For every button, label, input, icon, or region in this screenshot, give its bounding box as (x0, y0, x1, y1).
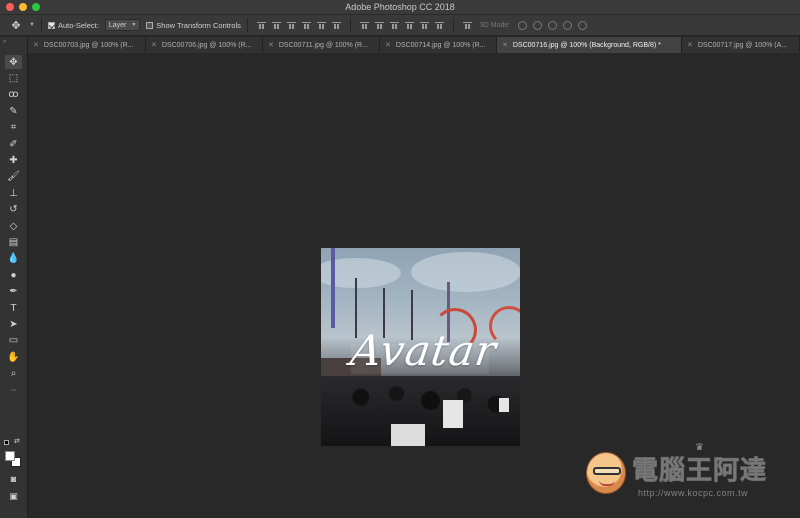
chevron-down-icon: ▼ (131, 22, 137, 28)
quick-mask-icon[interactable]: ◙ (5, 472, 22, 486)
close-tab-icon[interactable]: ✕ (151, 41, 157, 49)
auto-select-dropdown[interactable]: Layer ▼ (104, 19, 141, 31)
close-tab-icon[interactable]: ✕ (385, 41, 391, 49)
show-transform-label: Show Transform Controls (156, 20, 241, 30)
site-watermark: ♛ 電腦王阿達 http://www.kocpc.com.tw (580, 440, 795, 510)
tab-label: DSC00717.jpg @ 100% (A... (697, 41, 788, 49)
divider (40, 18, 42, 32)
avatar-text-layer[interactable]: Avatar (348, 326, 500, 375)
watermark-title: 電腦王阿達 (631, 456, 768, 487)
document-tab[interactable]: ✕ DSC00703.jpg @ 100% (R... (28, 37, 146, 53)
align-right-icon[interactable] (331, 21, 341, 30)
person (391, 424, 425, 446)
quick-select-tool-icon[interactable]: ✎ (5, 104, 22, 118)
eyedropper-tool-icon[interactable]: ✐ (5, 137, 22, 151)
healing-brush-tool-icon[interactable]: ✚ (5, 153, 22, 167)
mascot-icon (586, 452, 626, 494)
close-tab-icon[interactable]: ✕ (268, 41, 274, 49)
cloud (411, 252, 520, 292)
more-tools-icon[interactable]: ··· (5, 383, 22, 397)
type-tool-icon[interactable]: T (5, 301, 22, 315)
mode-3d-label: 3D Mode: (479, 21, 511, 29)
crop-tool-icon[interactable]: ⌗ (5, 121, 22, 135)
options-bar: ✥ ▼ Auto-Select: Layer ▼ Show Transform … (0, 15, 800, 36)
auto-select-label: Auto-Select: (57, 20, 99, 30)
path-select-tool-icon[interactable]: ➤ (5, 317, 22, 331)
lasso-tool-icon[interactable]: ꝏ (5, 88, 22, 102)
watermark-url: http://www.kocpc.com.tw (638, 488, 749, 498)
default-colors-icon[interactable] (4, 440, 9, 445)
pen-tool-icon[interactable]: ✒ (5, 285, 22, 299)
divider (246, 18, 248, 32)
hand-tool-icon[interactable]: ✋ (5, 350, 22, 364)
distribute-horizontal-center-icon[interactable] (419, 21, 429, 30)
align-top-icon[interactable] (256, 21, 266, 30)
divider (452, 18, 454, 32)
align-horizontal-center-icon[interactable] (316, 21, 326, 30)
auto-select-value: Layer (108, 21, 127, 29)
swap-colors-icon[interactable]: ⇄ (14, 437, 20, 445)
dodge-tool-icon[interactable]: ● (5, 268, 22, 282)
tab-label: DSC00714.jpg @ 100% (R... (395, 41, 486, 49)
align-bottom-icon[interactable] (286, 21, 296, 30)
glasses-icon (593, 467, 621, 475)
tab-label: DSC00703.jpg @ 100% (R... (43, 41, 134, 49)
move-tool-preset-icon[interactable]: ✥ (4, 19, 28, 32)
align-vertical-center-icon[interactable] (271, 21, 281, 30)
roll-3d-icon[interactable] (533, 20, 543, 30)
distribute-top-icon[interactable] (359, 21, 369, 30)
title-bar: Adobe Photoshop CC 2018 (0, 0, 800, 15)
tab-label: DSC00711.jpg @ 100% (R... (278, 41, 368, 49)
zoom-tool-icon[interactable]: ⌕ (5, 367, 22, 381)
auto-select-checkbox[interactable] (47, 21, 55, 29)
gradient-tool-icon[interactable]: ▤ (5, 235, 22, 249)
blur-tool-icon[interactable]: 💧 (5, 252, 22, 266)
orbit-3d-icon[interactable] (518, 20, 528, 30)
app-title: Adobe Photoshop CC 2018 (345, 2, 455, 12)
document-canvas[interactable]: Avatar (321, 248, 520, 446)
document-tab-bar: ✕ DSC00703.jpg @ 100% (R... ✕ DSC00706.jpg … (28, 37, 800, 53)
close-tab-icon[interactable]: ✕ (33, 41, 39, 49)
brush-tool-icon[interactable]: 🖌 (5, 170, 22, 184)
document-tab[interactable]: ✕ DSC00706.jpg @ 100% (R... (146, 37, 263, 53)
distribute-vertical-center-icon[interactable] (374, 21, 384, 30)
show-transform-checkbox[interactable] (146, 21, 154, 29)
document-tab[interactable]: ✕ DSC00714.jpg @ 100% (R... (380, 37, 497, 53)
eraser-tool-icon[interactable]: ◇ (5, 219, 22, 233)
marquee-tool-icon[interactable]: ⬚ (5, 71, 22, 85)
rectangle-tool-icon[interactable]: ▭ (5, 334, 22, 348)
history-brush-tool-icon[interactable]: ↺ (5, 203, 22, 217)
distribute-right-icon[interactable] (434, 21, 444, 30)
tab-label: DSC00716.jpg @ 100% (Background, RGB/8) … (512, 41, 661, 49)
tab-label: DSC00706.jpg @ 100% (R... (161, 41, 252, 49)
clone-stamp-tool-icon[interactable]: ⊥ (5, 186, 22, 200)
divider (349, 18, 351, 32)
foreground-color-swatch[interactable] (5, 451, 15, 461)
banner-pole (331, 248, 335, 328)
auto-align-icon[interactable] (462, 21, 472, 30)
tools-panel: » ⇄ ✥ ⬚ ꝏ ✎ ⌗ ✐ ✚ 🖌 ⊥ ↺ ◇ ▤ 💧 ● ✒ T ➤ ▭ ✋ ⌕ ··· ◙ ▣ (0, 37, 28, 518)
close-tab-icon[interactable]: ✕ (502, 41, 508, 49)
distribute-left-icon[interactable] (404, 21, 414, 30)
close-tab-icon[interactable]: ✕ (687, 41, 693, 49)
mouth-icon (599, 480, 615, 486)
document-tab[interactable]: ✕ DSC00711.jpg @ 100% (R... (263, 37, 380, 53)
document-tab[interactable]: ✕ DSC00716.jpg @ 100% (Background, RGB/8)… (497, 37, 682, 53)
document-tab[interactable]: ✕ DSC00717.jpg @ 100% (A... (682, 37, 800, 53)
person (443, 400, 463, 428)
camera-3d-icon[interactable] (578, 20, 588, 30)
move-tool-icon[interactable]: ✥ (5, 55, 22, 69)
distribute-bottom-icon[interactable] (389, 21, 399, 30)
screen-mode-icon[interactable]: ▣ (5, 489, 22, 503)
chevron-down-icon[interactable]: ▼ (29, 22, 35, 28)
slide-3d-icon[interactable] (563, 20, 573, 30)
align-left-icon[interactable] (301, 21, 311, 30)
person (499, 398, 509, 412)
panel-grip-icon[interactable]: » (3, 39, 6, 45)
pan-3d-icon[interactable] (548, 20, 558, 30)
